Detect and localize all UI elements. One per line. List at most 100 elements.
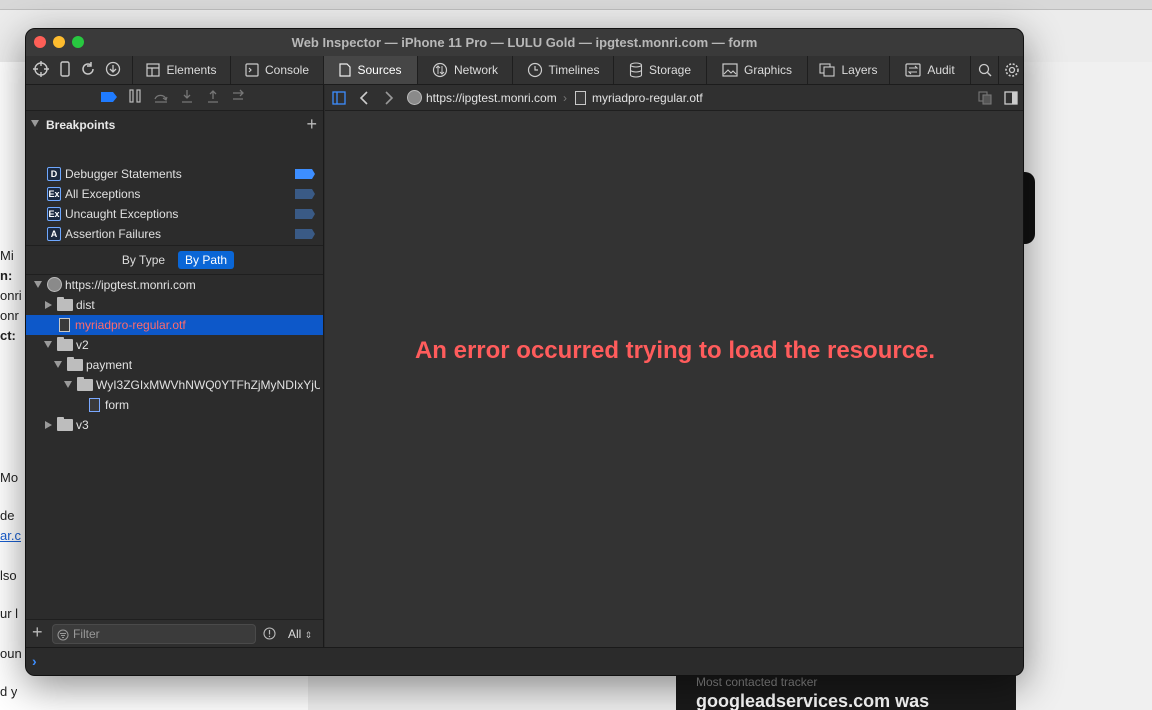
tab-sources[interactable]: Sources	[323, 56, 417, 84]
show-type-icon[interactable]	[978, 91, 992, 108]
breadcrumb-host[interactable]: https://ipgtest.monri.com	[426, 91, 557, 105]
breadcrumb-file[interactable]: myriadpro-regular.otf	[592, 91, 703, 105]
breakpoint-flag-icon[interactable]	[295, 169, 315, 179]
reload-icon[interactable]	[79, 61, 97, 79]
tab-timelines[interactable]: Timelines	[512, 56, 613, 84]
breakpoint-flag-icon[interactable]	[295, 209, 315, 219]
chevron-updown-icon: ⇕	[304, 630, 313, 640]
crosshair-icon[interactable]	[32, 61, 50, 79]
settings-button[interactable]	[998, 56, 1023, 84]
tab-layers[interactable]: Layers	[807, 56, 889, 84]
back-icon[interactable]	[359, 91, 369, 108]
file-icon	[59, 318, 70, 332]
exception-icon: Ex	[47, 187, 61, 201]
quick-console[interactable]: ›	[26, 647, 1023, 675]
tracker-text: googleadservices.com was	[696, 691, 930, 710]
scope-select[interactable]: All ⇕	[288, 627, 312, 641]
tab-graphics[interactable]: Graphics	[706, 56, 807, 84]
clock-icon	[527, 62, 542, 78]
window-title: Web Inspector — iPhone 11 Pro — LULU Gol…	[291, 35, 758, 50]
bg-text: onri	[0, 288, 22, 303]
step-out-icon[interactable]	[204, 89, 222, 107]
tree-item-folder[interactable]: payment	[26, 355, 323, 375]
tree-label: v2	[76, 338, 89, 352]
bg-text: oun	[0, 646, 22, 661]
exception-icon: Ex	[47, 207, 61, 221]
image-icon	[722, 63, 738, 77]
tree-item-file[interactable]: form	[26, 395, 323, 415]
breakpoint-flag-icon[interactable]	[295, 229, 315, 239]
details-sidebar-toggle-icon[interactable]	[1004, 91, 1018, 108]
background-tracker-card: Most contacted tracker googleadservices.…	[676, 672, 1016, 710]
breakpoints-header[interactable]: Breakpoints +	[26, 111, 323, 137]
device-icon[interactable]	[56, 61, 74, 79]
globe-icon	[407, 90, 422, 105]
bg-link[interactable]: ar.c	[0, 528, 21, 543]
file-icon	[575, 91, 586, 105]
step-icon[interactable]	[230, 89, 248, 107]
tab-elements[interactable]: Elements	[132, 56, 230, 84]
filter-input[interactable]: Filter	[52, 624, 256, 644]
tree-item-folder[interactable]: WyI3ZGIxMWVhNWQ0YTFhZjMyNDIxYjU...	[26, 375, 323, 395]
forward-icon[interactable]	[384, 91, 394, 108]
search-button[interactable]	[970, 56, 998, 84]
tab-label: Layers	[841, 63, 878, 77]
breakpoint-label: All Exceptions	[65, 187, 141, 201]
breakpoint-item[interactable]: D Debugger Statements	[26, 164, 323, 184]
tree-label: https://ipgtest.monri.com	[65, 278, 196, 292]
step-over-icon[interactable]	[152, 89, 170, 107]
tab-console[interactable]: Console	[230, 56, 323, 84]
breakpoint-item[interactable]: Ex Uncaught Exceptions	[26, 204, 323, 224]
breakpoints-toggle-icon[interactable]	[100, 89, 118, 107]
breakpoint-flag-icon[interactable]	[295, 189, 315, 199]
breakpoint-item[interactable]: Ex All Exceptions	[26, 184, 323, 204]
download-icon[interactable]	[104, 61, 122, 79]
by-path-button[interactable]: By Path	[178, 251, 235, 269]
navigation-sidebar: Breakpoints + D Debugger Statements Ex A…	[26, 85, 324, 647]
debugger-toolbar	[26, 85, 323, 111]
bg-text: n:	[0, 268, 13, 283]
tree-item-folder[interactable]: dist	[26, 295, 323, 315]
tree-label: payment	[86, 358, 133, 372]
add-breakpoint-button[interactable]: +	[306, 114, 317, 135]
filter-bar: + Filter All ⇕	[26, 619, 323, 647]
info-icon[interactable]	[263, 627, 276, 643]
bg-text: d y	[0, 684, 18, 699]
tab-network[interactable]: Network	[417, 56, 512, 84]
disclosure-triangle-icon[interactable]	[31, 120, 41, 130]
add-icon[interactable]: +	[32, 622, 43, 643]
tree-item-origin[interactable]: https://ipgtest.monri.com	[26, 275, 323, 295]
tab-label: Network	[453, 63, 498, 77]
sidebar-toggle-icon[interactable]	[332, 91, 346, 108]
tree-item-folder[interactable]: v3	[26, 415, 323, 435]
tree-item-folder[interactable]: v2	[26, 335, 323, 355]
disclosure-triangle-icon[interactable]	[45, 421, 52, 429]
tab-bar: Elements Console Sources Network Timelin…	[26, 56, 1023, 85]
tab-label: Timelines	[548, 63, 600, 77]
pause-icon[interactable]	[126, 89, 144, 107]
breakpoint-item[interactable]: A Assertion Failures	[26, 224, 323, 244]
tab-storage[interactable]: Storage	[613, 56, 706, 84]
console-icon	[245, 63, 259, 77]
console-prompt-icon: ›	[32, 653, 37, 669]
bg-text: de	[0, 508, 15, 523]
gear-icon	[1005, 63, 1019, 77]
by-type-button[interactable]: By Type	[115, 251, 172, 269]
sources-icon	[339, 63, 352, 77]
tree-label: v3	[76, 418, 89, 432]
tree-label: WyI3ZGIxMWVhNWQ0YTFhZjMyNDIxYjU...	[96, 378, 320, 392]
disclosure-triangle-icon[interactable]	[34, 281, 42, 288]
tab-label: Graphics	[743, 63, 793, 77]
content-view: https://ipgtest.monri.com › myriadpro-re…	[325, 85, 1023, 647]
tab-label: Storage	[648, 63, 692, 77]
bg-text: lso	[0, 568, 17, 583]
tab-audit[interactable]: Audit	[889, 56, 970, 84]
tree-item-file-selected[interactable]: myriadpro-regular.otf	[26, 315, 323, 335]
disclosure-triangle-icon[interactable]	[64, 381, 72, 388]
disclosure-triangle-icon[interactable]	[44, 341, 52, 348]
globe-icon	[47, 277, 62, 292]
disclosure-triangle-icon[interactable]	[54, 361, 62, 368]
step-into-icon[interactable]	[178, 89, 196, 107]
folder-icon	[57, 337, 73, 351]
disclosure-triangle-icon[interactable]	[45, 301, 52, 309]
